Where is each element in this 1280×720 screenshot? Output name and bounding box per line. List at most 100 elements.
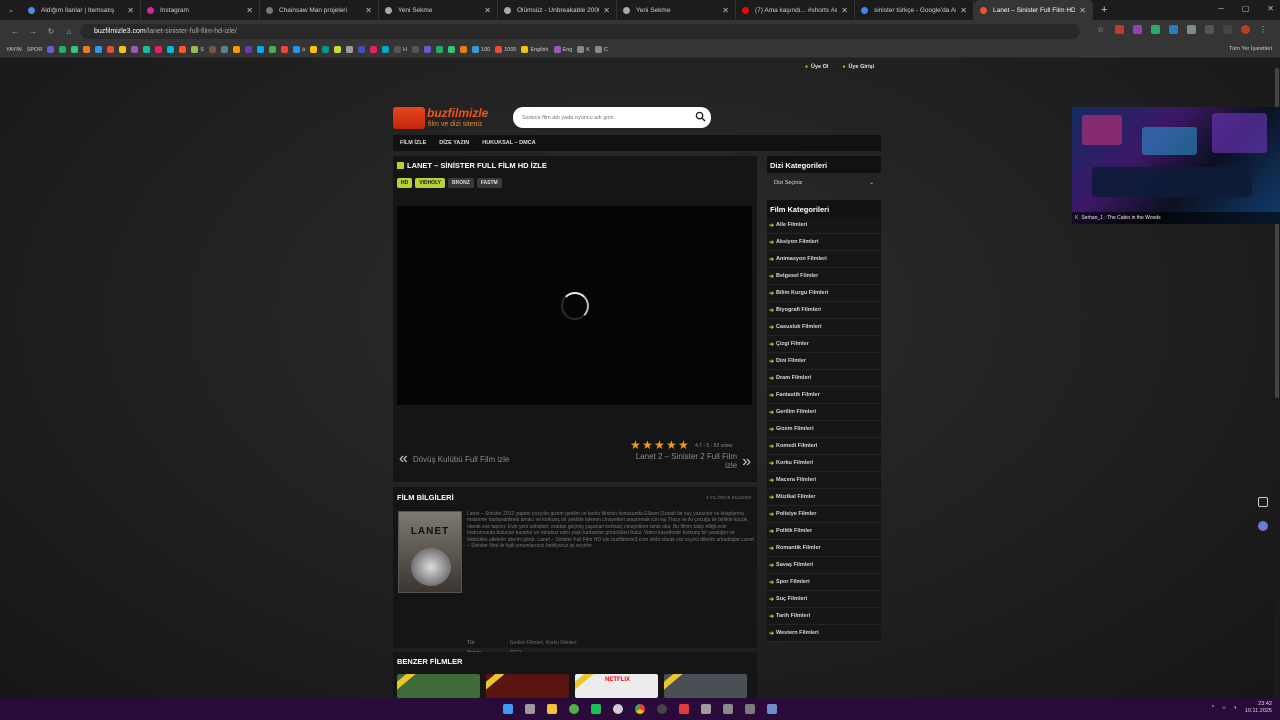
category-link[interactable]: ➔ Polisiye Filmler [767,506,881,523]
bookmark-item[interactable] [322,46,330,53]
category-link[interactable]: ➔ Gizem Filmleri [767,421,881,438]
task-view-icon[interactable] [522,701,538,717]
category-link[interactable]: ➔ Belgesel Filmler [767,268,881,285]
bookmark-item[interactable] [358,46,366,53]
category-link[interactable]: ➔ Dram Filmleri [767,370,881,387]
reload-icon[interactable]: ↻ [42,27,60,36]
category-link[interactable]: ➔ Komedi Filmleri [767,438,881,455]
next-movie-link[interactable]: Lanet 2 – Sinister 2 Full Film izle » [636,452,751,470]
play-icon[interactable] [588,701,604,717]
bookmark-item[interactable] [47,46,55,53]
search-icon[interactable] [695,111,706,122]
tab-close-icon[interactable]: ✕ [365,6,372,15]
browser-tab[interactable]: Yeni Sekme ✕ [379,0,498,20]
category-link[interactable]: ➔ Bilim Kurgu Filmleri [767,285,881,302]
minimize-icon[interactable]: ─ [1218,4,1224,13]
register-link[interactable]: Üye Ol [805,64,828,70]
bookmark-item[interactable] [143,46,151,53]
category-link[interactable]: ➔ Gerilim Filmleri [767,404,881,421]
category-link[interactable]: ➔ Fantastik Filmler [767,387,881,404]
bookmark-item[interactable] [334,46,342,53]
tab-close-icon[interactable]: ✕ [603,6,610,15]
browser-tab[interactable]: Yeni Sekme ✕ [617,0,736,20]
category-link[interactable]: ➔ Savaş Filmleri [767,557,881,574]
bookmark-item[interactable] [436,46,444,53]
file-explorer-icon[interactable] [544,701,560,717]
tab-close-icon[interactable]: ✕ [484,6,491,15]
bookmark-item[interactable] [167,46,175,53]
app-icon[interactable] [698,701,714,717]
download-icon[interactable] [1223,25,1232,34]
bookmark-item[interactable] [424,46,432,53]
site-logo[interactable]: buzfilmizle film ve dizi siteniz [393,106,503,134]
category-link[interactable]: ➔ Çizgi Filmler [767,336,881,353]
xbox-icon[interactable] [566,701,582,717]
bookmark-item[interactable]: English [521,46,549,53]
bookmark-item[interactable] [179,46,187,53]
clock[interactable]: 23:42 10.11.2025 [1245,701,1272,715]
bookmark-item[interactable]: YAYIN [6,47,22,53]
close-window-icon[interactable]: ✕ [1267,4,1274,13]
category-link[interactable]: ➔ Tarih Filmleri [767,608,881,625]
home-icon[interactable]: ⌂ [60,27,78,36]
browser-tab[interactable]: Aldığım İlanlar | Itemsatış ✕ [22,0,141,20]
app-icon[interactable] [742,701,758,717]
nav-dize-yazin[interactable]: DİZE YAZIN [439,140,469,146]
reader-icon[interactable] [1258,497,1268,507]
video-player[interactable] [397,206,752,405]
nav-film-izle[interactable]: FİLM İZLE [400,140,426,146]
login-link[interactable]: Üye Girişi [842,64,875,70]
volume-icon[interactable]: ◖ [1234,705,1237,711]
dizi-select[interactable]: Dizi Seçiniz ⌄ [770,175,878,191]
bookmark-item[interactable] [131,46,139,53]
category-link[interactable]: ➔ Spor Filmleri [767,574,881,591]
browser-tab[interactable]: Lanet – Sinister Full Film HD İzle✕ [974,0,1093,20]
bookmark-item[interactable]: K [577,46,590,53]
maximize-icon[interactable]: ▢ [1242,4,1250,13]
bookmark-item[interactable] [370,46,378,53]
bookmark-item[interactable] [155,46,163,53]
browser-tab[interactable]: Ölümsüz - Unbreakable 2000 Ful ✕ [498,0,617,20]
category-link[interactable]: ➔ Aksiyon Filmleri [767,234,881,251]
bookmark-item[interactable] [119,46,127,53]
bookmark-item[interactable] [244,46,252,53]
app-icon[interactable] [654,701,670,717]
source-button[interactable]: FASTM [476,178,502,188]
new-tab-button[interactable]: + [1101,4,1107,16]
network-icon[interactable]: ⌂ [1222,705,1225,711]
tab-close-icon[interactable]: ✕ [960,6,967,15]
all-bookmarks[interactable]: Tüm Yer İşaretleri [1229,46,1272,52]
bookmark-item[interactable] [83,46,91,53]
chrome-icon[interactable] [632,701,648,717]
menu-icon[interactable]: ⋮ [1259,25,1268,34]
bookmark-item[interactable]: Eng [553,46,572,53]
category-link[interactable]: ➔ Casusluk Filmleri [767,319,881,336]
category-link[interactable]: ➔ Animasyon Filmleri [767,251,881,268]
bookmark-item[interactable]: S [191,46,204,53]
similar-film-thumb[interactable] [664,674,747,698]
bookmark-item[interactable] [460,46,468,53]
bookmark-item[interactable] [95,46,103,53]
bookmark-star-icon[interactable]: ☆ [1097,25,1106,34]
assistant-icon[interactable] [1258,521,1268,531]
category-link[interactable]: ➔ Suç Filmleri [767,591,881,608]
tab-close-icon[interactable]: ✕ [1079,6,1086,15]
similar-film-thumb[interactable] [486,674,569,698]
bookmark-item[interactable] [71,46,79,53]
app-icon[interactable] [720,701,736,717]
category-link[interactable]: ➔ Western Filmleri [767,625,881,642]
bookmark-item[interactable] [232,46,240,53]
start-icon[interactable] [500,701,516,717]
bookmark-item[interactable] [280,46,288,53]
extension-icon[interactable] [1151,25,1160,34]
bookmark-item[interactable] [382,46,390,53]
extension-icon[interactable] [1187,25,1196,34]
browser-tab[interactable]: sinister türkçe - Google'da Ara ✕ [855,0,974,20]
bookmark-item[interactable]: H [394,46,407,53]
bookmark-item[interactable] [220,46,228,53]
picture-in-picture-video[interactable]: K Serhan_1 : The Cabin in the Woods [1072,107,1280,224]
similar-film-thumb[interactable]: NETFLIX [575,674,658,698]
category-link[interactable]: ➔ Aile Filmleri [767,217,881,234]
source-button[interactable]: HD [397,178,413,188]
bookmark-item[interactable]: C [594,46,608,53]
